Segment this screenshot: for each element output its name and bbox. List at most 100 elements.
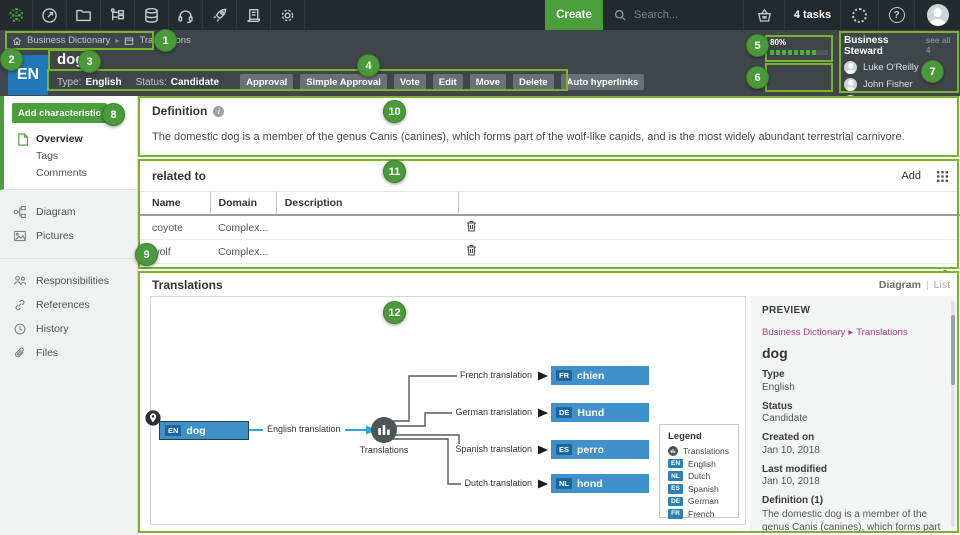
tasks-button[interactable]: 4 tasks [784,0,840,30]
preview-breadcrumb[interactable]: Business Dictionary▸Translations [762,327,944,338]
move-button[interactable]: Move [470,74,506,90]
breadcrumb[interactable]: Business Dictionary ▸ Translations [12,35,191,46]
col-description[interactable]: Description [276,192,458,216]
settings-gear-icon[interactable] [271,0,305,30]
definition-section: Definition i The domestic dog is a membe… [138,96,960,157]
breadcrumb-parent[interactable]: Business Dictionary [27,35,110,46]
diagram-node-dog[interactable]: EN dog [159,421,249,440]
dashboard-icon[interactable] [33,0,67,30]
related-name-link[interactable]: coyote [138,215,210,240]
diagram-node-chien[interactable]: FRchien [551,366,649,385]
launch-rocket-icon[interactable] [203,0,237,30]
completeness-widget[interactable]: 80% [770,38,828,55]
col-domain[interactable]: Domain [210,192,276,216]
diagram-node-hond[interactable]: NLhond [551,474,649,493]
preview-scrollbar[interactable] [951,301,955,527]
toggle-diagram[interactable]: Diagram [879,279,921,291]
sidebar: Add characteristic Overview Tags Comment… [0,96,138,535]
translations-section: Translations Diagram|List [138,272,960,533]
related-domain: Complex... [210,215,276,240]
steward-user[interactable]: John Fisher [844,78,956,91]
toggle-list[interactable]: List [934,279,950,291]
delete-button[interactable]: Delete [513,74,554,90]
preview-breadcrumb-child[interactable]: Translations [856,327,907,338]
sidebar-group-views: Diagram Pictures [0,190,137,259]
translations-hub-node[interactable] [371,417,397,443]
preview-field-label: Last modified [762,464,944,475]
relation-label: French translation [457,370,535,380]
language-badge: DE [556,407,572,418]
grid-view-icon[interactable] [937,171,948,182]
user-avatar [844,78,857,91]
sidebar-item-files[interactable]: Files [0,341,137,365]
diagram-node-perro[interactable]: ESperro [551,440,649,459]
sidebar-item-diagram[interactable]: Diagram [0,200,137,224]
see-all-link[interactable]: see all 4 [926,35,956,55]
sidebar-item-history[interactable]: History [0,317,137,341]
sidebar-group-meta: Responsibilities References History File… [0,259,137,375]
language-badge: ES [668,484,683,494]
language-badge: ES [556,444,572,455]
app-window: Create 4 tasks ? Business Dictionary ▸ T… [0,0,960,535]
search-input[interactable] [634,9,729,21]
support-headset-icon[interactable] [169,0,203,30]
edit-button[interactable]: Edit [433,74,463,90]
sidebar-item-overview[interactable]: Overview [4,131,137,148]
completeness-bar [770,50,828,55]
activities-spinner-icon[interactable] [840,0,878,30]
sidebar-item-references[interactable]: References [0,293,137,317]
breadcrumb-current[interactable]: Translations [139,35,190,46]
approval-button[interactable]: Approval [240,74,293,90]
add-characteristic-button[interactable]: Add characteristic [12,103,107,123]
translations-diagram-canvas[interactable]: EN dog English translation Translations … [150,296,746,525]
language-badge: FR [668,509,683,519]
add-relation-link[interactable]: Add [901,170,921,182]
related-table-header: Name Domain Description [138,192,960,216]
steward-user[interactable]: Luke O'Reilly [844,61,956,74]
col-name[interactable]: Name [138,192,210,216]
basket-icon[interactable] [743,0,784,30]
diagram-node-hund[interactable]: DEHund [551,403,649,422]
vote-button[interactable]: Vote [394,74,426,90]
auto-hyperlinks-button[interactable]: Auto hyperlinks [561,74,645,90]
delete-relation-icon[interactable] [466,220,477,232]
language-badge: FR [556,370,572,381]
info-icon[interactable]: i [213,106,224,117]
collibra-logo[interactable] [0,0,33,30]
create-button[interactable]: Create [545,0,603,30]
home-icon [12,36,22,46]
related-name-link[interactable]: wolf [138,240,210,264]
data-database-icon[interactable] [135,0,169,30]
help-icon[interactable]: ? [878,0,914,30]
policies-scroll-icon[interactable] [237,0,271,30]
user-avatar[interactable] [914,0,960,30]
files-paperclip-icon [13,346,27,360]
catalog-folder-icon[interactable] [67,0,101,30]
legend-item: DEGerman [668,496,738,506]
status-value: Candidate [171,77,219,88]
table-row[interactable]: coyote Complex... [138,215,960,240]
delete-relation-icon[interactable] [466,244,477,256]
legend-item: FRFrench [668,509,738,519]
language-badge: NL [556,478,572,489]
breadcrumb-separator: ▸ [115,36,119,45]
hierarchy-icon[interactable] [101,0,135,30]
scrollbar-thumb[interactable] [951,315,955,385]
related-to-title: related to [152,169,206,183]
preview-field-value: Jan 10, 2018 [762,445,944,456]
sidebar-item-responsibilities[interactable]: Responsibilities [0,269,137,293]
diagram-legend: Legend Translations ENEnglish NLDutch ES… [659,424,739,518]
sidebar-item-comments[interactable]: Comments [4,165,137,182]
legend-item: ESSpanish [668,484,738,494]
sidebar-item-tags[interactable]: Tags [4,148,137,165]
steward-title: Business Steward [844,35,926,57]
sidebar-item-pictures[interactable]: Pictures [0,224,137,248]
global-search[interactable] [603,0,743,30]
preview-field-value: Candidate [762,413,944,424]
preview-asset-name: dog [762,345,944,361]
preview-breadcrumb-parent[interactable]: Business Dictionary [762,327,845,338]
simple-approval-button[interactable]: Simple Approval [300,74,387,90]
related-domain: Complex... [210,240,276,264]
table-row[interactable]: wolf Complex... [138,240,960,264]
preview-field-value: English [762,382,944,393]
